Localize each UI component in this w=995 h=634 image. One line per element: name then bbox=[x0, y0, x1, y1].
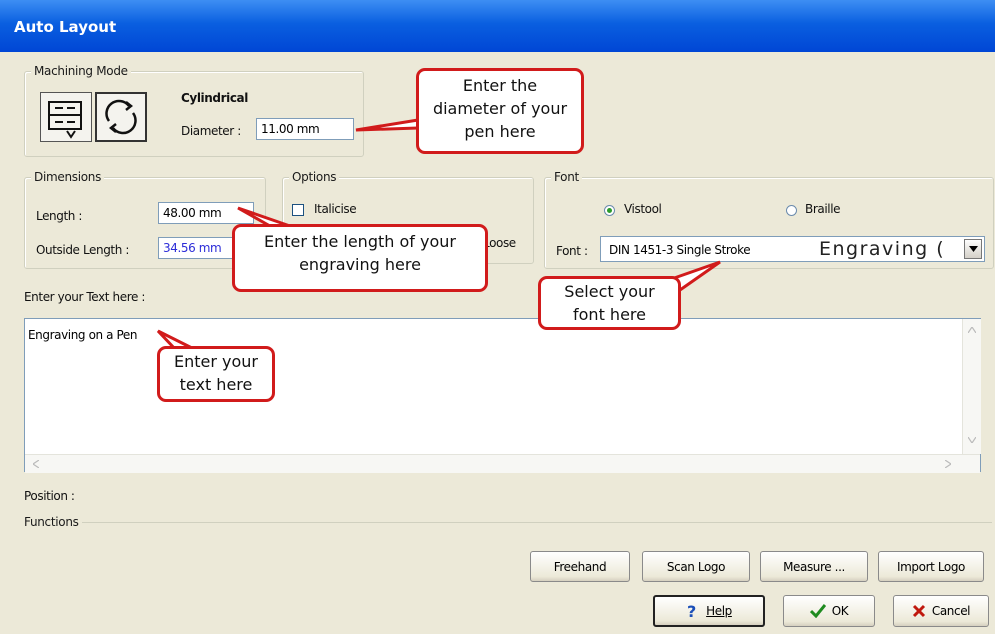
callout-font: Select your font here bbox=[538, 276, 681, 330]
callout-length: Enter the length of your engraving here bbox=[232, 224, 488, 292]
callout-text: Enter your text here bbox=[157, 346, 275, 402]
auto-layout-window: Auto Layout Machining Mode Cylindrical D… bbox=[0, 0, 995, 634]
callout-diameter: Enter the diameter of your pen here bbox=[416, 68, 584, 154]
